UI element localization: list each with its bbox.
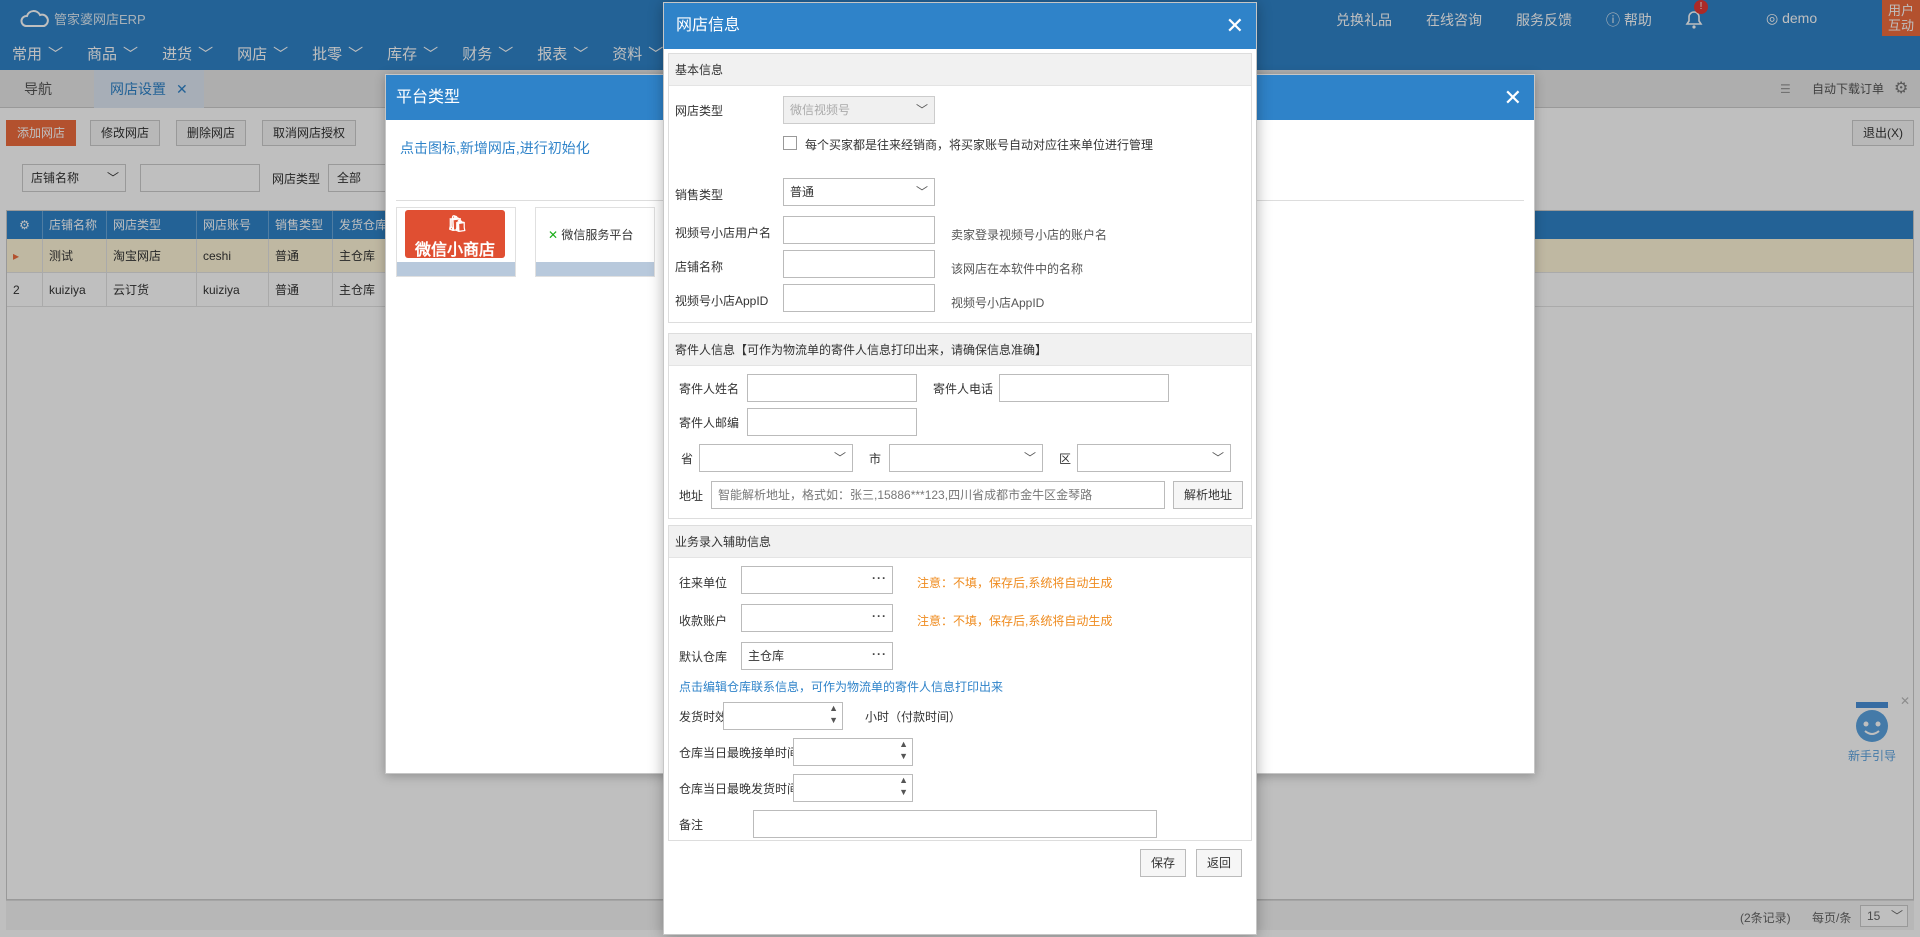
basic-info-section: 基本信息 网店类型 微信视频号 ﹀ 每个买家都是往来经销商，将买家账号自动对应往来… — [668, 53, 1252, 323]
appid-label: 视频号小店AppID — [675, 294, 769, 308]
platform-hint: 点击图标,新增网店,进行初始化 — [400, 140, 590, 156]
province-select[interactable]: ﹀ — [699, 444, 853, 472]
latest-ship-label: 仓库当日最晚发货时间 — [679, 782, 800, 796]
appid-help: 视频号小店AppID — [951, 296, 1045, 310]
wechat-service-logo: ✕ 微信服务平台 — [548, 226, 633, 243]
wechat-shop-logo: 🛍 微信小商店 — [405, 210, 505, 259]
partner-picker[interactable]: ··· — [741, 566, 893, 594]
save-button[interactable]: 保存 — [1140, 849, 1187, 877]
account-label: 收款账户 — [679, 614, 728, 628]
chevron-down-icon: ﹀ — [1211, 451, 1224, 465]
shop-type-value: 微信视频号 — [790, 103, 851, 117]
buyer-partner-checkbox[interactable] — [783, 136, 797, 150]
latest-order-input[interactable]: ▲ ▼ — [793, 738, 913, 766]
business-info-section: 业务录入辅助信息 往来单位 ··· 注意：不填，保存后,系统将自动生成 收款账户… — [668, 525, 1252, 841]
platform-strip — [397, 262, 515, 276]
chevron-down-icon: ﹀ — [1023, 451, 1036, 465]
platform-wechat-mini-shop[interactable]: 🛍 微信小商店 — [396, 207, 516, 277]
sender-info-section: 寄件人信息【可作为物流单的寄件人信息打印出来，请确保信息准确】 寄件人姓名 寄件… — [668, 333, 1252, 519]
wechat-service-icon: ✕ — [548, 228, 559, 242]
account-note: 注意：不填，保存后,系统将自动生成 — [917, 614, 1113, 628]
dialog-title: 平台类型 — [396, 89, 461, 106]
store-name-input[interactable] — [783, 250, 935, 278]
partner-note: 注意：不填，保存后,系统将自动生成 — [917, 576, 1113, 590]
back-button[interactable]: 返回 — [1196, 849, 1243, 877]
sale-type-value: 普通 — [790, 185, 815, 199]
spinner-icon[interactable]: ▲ ▼ — [899, 739, 908, 762]
warehouse-label: 默认仓库 — [679, 650, 728, 664]
platform-strip — [536, 262, 654, 276]
chevron-down-icon: ﹀ — [915, 185, 928, 199]
district-select[interactable]: ﹀ — [1077, 444, 1231, 472]
warehouse-picker[interactable]: 主仓库 ··· — [741, 642, 893, 670]
shop-type-select: 微信视频号 ﹀ — [783, 96, 935, 124]
latest-order-label: 仓库当日最晚接单时间 — [679, 746, 800, 760]
sender-phone-label: 寄件人电话 — [933, 382, 994, 396]
sender-zip-label: 寄件人邮编 — [679, 416, 740, 430]
city-select[interactable]: ﹀ — [889, 444, 1043, 472]
close-icon[interactable]: ✕ — [1226, 3, 1244, 49]
more-icon[interactable]: ··· — [872, 643, 887, 667]
ship-time-unit: 小时（付款时间） — [865, 710, 962, 724]
more-icon[interactable]: ··· — [872, 605, 887, 629]
province-label: 省 — [681, 452, 694, 466]
section-header: 业务录入辅助信息 — [669, 526, 1251, 558]
username-label: 视频号小店用户名 — [675, 226, 772, 240]
remark-label: 备注 — [679, 818, 704, 832]
chevron-down-icon: ﹀ — [833, 451, 846, 465]
appid-input[interactable] — [783, 284, 935, 312]
close-icon[interactable]: ✕ — [1504, 75, 1522, 120]
partner-label: 往来单位 — [679, 576, 728, 590]
store-name-label: 店铺名称 — [675, 260, 724, 274]
sale-type-label: 销售类型 — [675, 188, 724, 202]
ship-time-label: 发货时效 — [679, 710, 728, 724]
platform-label: 微信服务平台 — [561, 228, 634, 242]
remark-input[interactable] — [753, 810, 1157, 838]
account-picker[interactable]: ··· — [741, 604, 893, 632]
sender-zip-input[interactable] — [747, 408, 917, 436]
ship-time-input[interactable]: ▲ ▼ — [723, 702, 843, 730]
address-input[interactable]: 智能解析地址，格式如：张三,15886***123,四川省成都市金牛区金琴路 — [711, 481, 1165, 509]
latest-ship-input[interactable]: ▲ ▼ — [793, 774, 913, 802]
more-icon[interactable]: ··· — [872, 567, 887, 591]
buyer-partner-label: 每个买家都是往来经销商，将买家账号自动对应往来单位进行管理 — [805, 138, 1154, 152]
sale-type-select[interactable]: 普通 ﹀ — [783, 178, 935, 206]
warehouse-value: 主仓库 — [748, 649, 785, 663]
platform-label: 微信小商店 — [414, 242, 495, 259]
section-header: 基本信息 — [669, 54, 1251, 86]
parse-address-button[interactable]: 解析地址 — [1173, 481, 1244, 509]
city-label: 市 — [869, 452, 882, 466]
spinner-icon[interactable]: ▲ ▼ — [899, 775, 908, 798]
dialog-header: 网店信息 ✕ — [664, 3, 1256, 49]
platform-wechat-service[interactable]: ✕ 微信服务平台 — [535, 207, 655, 277]
sender-name-input[interactable] — [747, 374, 917, 402]
spinner-icon[interactable]: ▲ ▼ — [829, 703, 838, 726]
address-label: 地址 — [679, 489, 704, 503]
chevron-down-icon: ﹀ — [915, 103, 928, 117]
username-help: 卖家登录视频号小店的账户名 — [951, 228, 1108, 242]
app-root: 管家婆网店ERP 常用 ﹀ 商品 ﹀ 进货 ﹀ 网店 ﹀ 批零 ﹀ 库存 ﹀ 财务 ﹀ 报表 ﹀… — [0, 0, 1920, 937]
dialog-title: 网店信息 — [676, 17, 741, 34]
sender-name-label: 寄件人姓名 — [679, 382, 740, 396]
district-label: 区 — [1059, 452, 1072, 466]
sender-phone-input[interactable] — [999, 374, 1169, 402]
store-name-help: 该网店在本软件中的名称 — [951, 262, 1084, 276]
shopping-bag-icon: 🛍 — [447, 216, 468, 233]
shop-info-dialog: 网店信息 ✕ 基本信息 网店类型 微信视频号 ﹀ 每个买家都是往来经销商，将买家账… — [663, 2, 1257, 935]
section-header: 寄件人信息【可作为物流单的寄件人信息打印出来，请确保信息准确】 — [669, 334, 1251, 366]
warehouse-contact-link[interactable]: 点击编辑仓库联系信息，可作为物流单的寄件人信息打印出来 — [679, 678, 1003, 695]
username-input[interactable] — [783, 216, 935, 244]
shop-type-label: 网店类型 — [675, 104, 724, 118]
